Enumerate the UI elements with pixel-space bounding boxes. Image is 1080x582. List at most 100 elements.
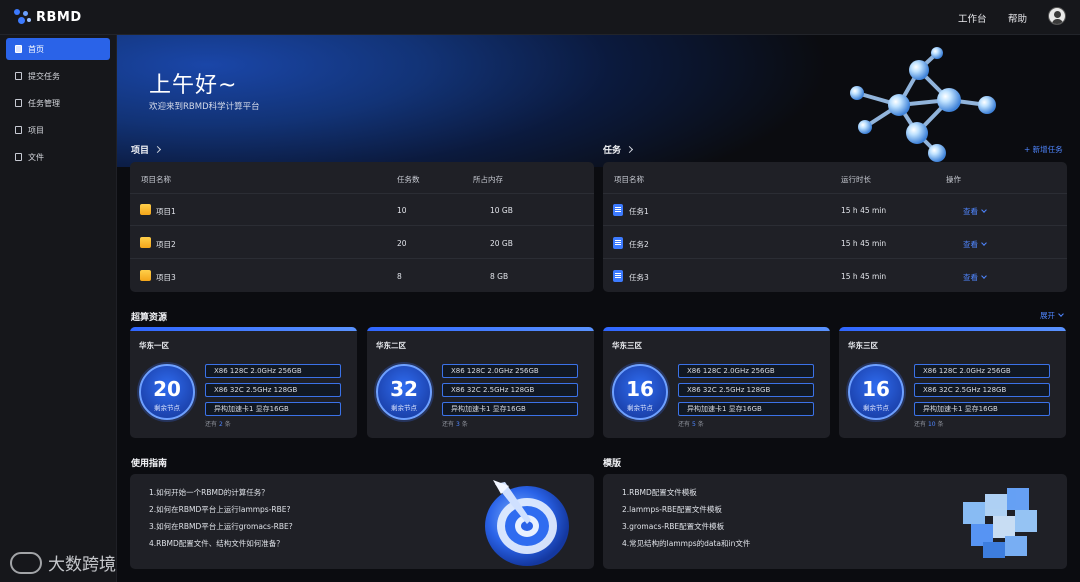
guide-link[interactable]: 2.如何在RBMD平台上运行lammps-RBE? xyxy=(149,504,291,515)
memory-size: 20 GB xyxy=(490,239,513,248)
task-duration: 15 h 45 min xyxy=(841,206,887,215)
chevron-down-icon xyxy=(981,207,987,213)
logo[interactable]: RBMD xyxy=(14,9,82,25)
tasks-table: 项目名称 运行时长 操作 任务1 15 h 45 min 查看 任务2 15 h… xyxy=(603,162,1067,292)
projects-section-title[interactable]: 项目 xyxy=(131,143,162,156)
table-header: 项目名称 运行时长 操作 xyxy=(603,162,1067,194)
spec-tag: 异构加速卡1 显存16GB xyxy=(678,402,814,416)
node-count-label: 剩余节点 xyxy=(627,404,653,412)
user-avatar[interactable] xyxy=(1048,7,1066,25)
resource-card[interactable]: 华东三区 16 剩余节点 X86 128C 2.0GHz 256GB X86 3… xyxy=(839,327,1066,438)
column-header: 操作 xyxy=(946,175,961,184)
column-header: 所占内存 xyxy=(473,175,503,184)
guide-link[interactable]: 1.如何开始一个RBMD的计算任务？ xyxy=(149,487,269,498)
node-count: 16 xyxy=(862,377,890,401)
chevron-right-icon xyxy=(625,145,634,154)
sidebar-item-label: 文件 xyxy=(28,152,44,162)
resource-card[interactable]: 华东一区 20 剩余节点 X86 128C 2.0GHz 256GB X86 3… xyxy=(130,327,357,438)
region-name: 华东三区 xyxy=(848,341,878,350)
resource-card[interactable]: 华东二区 32 剩余节点 X86 128C 2.0GHz 256GB X86 3… xyxy=(367,327,594,438)
tasks-section-title[interactable]: 任务 xyxy=(603,143,634,156)
chevron-down-icon xyxy=(981,240,987,246)
memory-size: 10 GB xyxy=(490,206,513,215)
chevron-down-icon xyxy=(981,273,987,279)
column-header: 项目名称 xyxy=(141,175,171,184)
template-link[interactable]: 3.gromacs-RBE配置文件模板 xyxy=(622,521,724,532)
task-name[interactable]: 任务2 xyxy=(629,239,649,250)
table-row[interactable]: 任务1 15 h 45 min 查看 xyxy=(603,194,1067,226)
folder-icon xyxy=(140,237,151,248)
task-name[interactable]: 任务1 xyxy=(629,206,649,217)
more-specs-link[interactable]: 还有 10 条 xyxy=(914,419,944,428)
task-count: 8 xyxy=(397,272,402,281)
spec-tag: X86 32C 2.5GHz 128GB xyxy=(205,383,341,397)
sidebar-item-task-manage[interactable]: 任务管理 xyxy=(6,92,110,114)
sidebar-item-label: 提交任务 xyxy=(28,71,60,81)
card-accent-bar xyxy=(367,327,594,331)
sidebar-item-file[interactable]: 文件 xyxy=(6,146,110,168)
view-dropdown[interactable]: 查看 xyxy=(963,239,987,250)
spec-tag: 异构加速卡1 显存16GB xyxy=(205,402,341,416)
sidebar-item-label: 任务管理 xyxy=(28,98,60,108)
templates-panel: 1.RBMD配置文件模板 2.lammps-RBE配置文件模板 3.gromac… xyxy=(603,474,1067,569)
document-icon xyxy=(613,204,623,216)
folder-icon xyxy=(140,204,151,215)
sidebar-item-submit-task[interactable]: 提交任务 xyxy=(6,65,110,87)
document-icon xyxy=(613,237,623,249)
project-name[interactable]: 项目1 xyxy=(156,206,176,217)
templates-section-title: 模版 xyxy=(603,459,622,469)
table-row[interactable]: 项目3 8 8 GB xyxy=(130,260,594,292)
node-count-label: 剩余节点 xyxy=(391,404,417,412)
view-dropdown[interactable]: 查看 xyxy=(963,272,987,283)
task-manage-icon xyxy=(15,99,22,107)
table-row[interactable]: 项目1 10 10 GB xyxy=(130,194,594,226)
resource-card[interactable]: 华东三区 16 剩余节点 X86 128C 2.0GHz 256GB X86 3… xyxy=(603,327,830,438)
more-specs-link[interactable]: 还有 3 条 xyxy=(442,419,468,428)
region-name: 华东二区 xyxy=(376,341,406,350)
home-icon xyxy=(15,45,22,53)
more-specs-link[interactable]: 还有 5 条 xyxy=(678,419,704,428)
project-name[interactable]: 项目2 xyxy=(156,239,176,250)
template-link[interactable]: 1.RBMD配置文件模板 xyxy=(622,487,697,498)
sidebar-item-label: 项目 xyxy=(28,125,44,135)
table-row[interactable]: 任务2 15 h 45 min 查看 xyxy=(603,227,1067,259)
card-accent-bar xyxy=(603,327,830,331)
more-specs-link[interactable]: 还有 2 条 xyxy=(205,419,231,428)
spec-tag: X86 32C 2.5GHz 128GB xyxy=(442,383,578,397)
workbench-link[interactable]: 工作台 xyxy=(958,11,987,25)
project-name[interactable]: 项目3 xyxy=(156,272,176,283)
new-task-link[interactable]: + 新增任务 xyxy=(1024,144,1063,155)
spec-tag: X86 128C 2.0GHz 256GB xyxy=(678,364,814,378)
chevron-right-icon xyxy=(153,145,162,154)
template-link[interactable]: 4.常见结构的lammps的data和in文件 xyxy=(622,538,750,549)
folder-icon xyxy=(140,270,151,281)
sidebar-item-project[interactable]: 项目 xyxy=(6,119,110,141)
sidebar: 首页 提交任务 任务管理 项目 文件 xyxy=(0,35,117,582)
guide-panel: 1.如何开始一个RBMD的计算任务？ 2.如何在RBMD平台上运行lammps-… xyxy=(130,474,594,569)
table-row[interactable]: 项目2 20 20 GB xyxy=(130,227,594,259)
task-count: 10 xyxy=(397,206,407,215)
help-link[interactable]: 帮助 xyxy=(1008,11,1027,25)
view-dropdown[interactable]: 查看 xyxy=(963,206,987,217)
cubes-illustration xyxy=(963,488,1037,558)
card-accent-bar xyxy=(130,327,357,331)
task-count: 20 xyxy=(397,239,407,248)
logo-text: RBMD xyxy=(36,9,82,25)
spec-tag: X86 128C 2.0GHz 256GB xyxy=(442,364,578,378)
spec-tag: X86 128C 2.0GHz 256GB xyxy=(205,364,341,378)
molecule-illustration xyxy=(850,47,996,162)
sidebar-item-home[interactable]: 首页 xyxy=(6,38,110,60)
greeting-subtitle: 欢迎来到RBMD科学计算平台 xyxy=(149,102,260,112)
document-icon xyxy=(613,270,623,282)
node-count-label: 剩余节点 xyxy=(863,404,889,412)
node-count-badge: 16 剩余节点 xyxy=(612,364,668,420)
task-name[interactable]: 任务3 xyxy=(629,272,649,283)
expand-link[interactable]: 展开 xyxy=(1040,310,1064,321)
watermark: 大数跨境 xyxy=(10,550,116,575)
guide-link[interactable]: 4.RBMD配置文件、结构文件如何准备？ xyxy=(149,538,284,549)
table-row[interactable]: 任务3 15 h 45 min 查看 xyxy=(603,260,1067,292)
spec-tag: 异构加速卡1 显存16GB xyxy=(914,402,1050,416)
guide-link[interactable]: 3.如何在RBMD平台上运行gromacs-RBE? xyxy=(149,521,293,532)
template-link[interactable]: 2.lammps-RBE配置文件模板 xyxy=(622,504,722,515)
task-duration: 15 h 45 min xyxy=(841,239,887,248)
